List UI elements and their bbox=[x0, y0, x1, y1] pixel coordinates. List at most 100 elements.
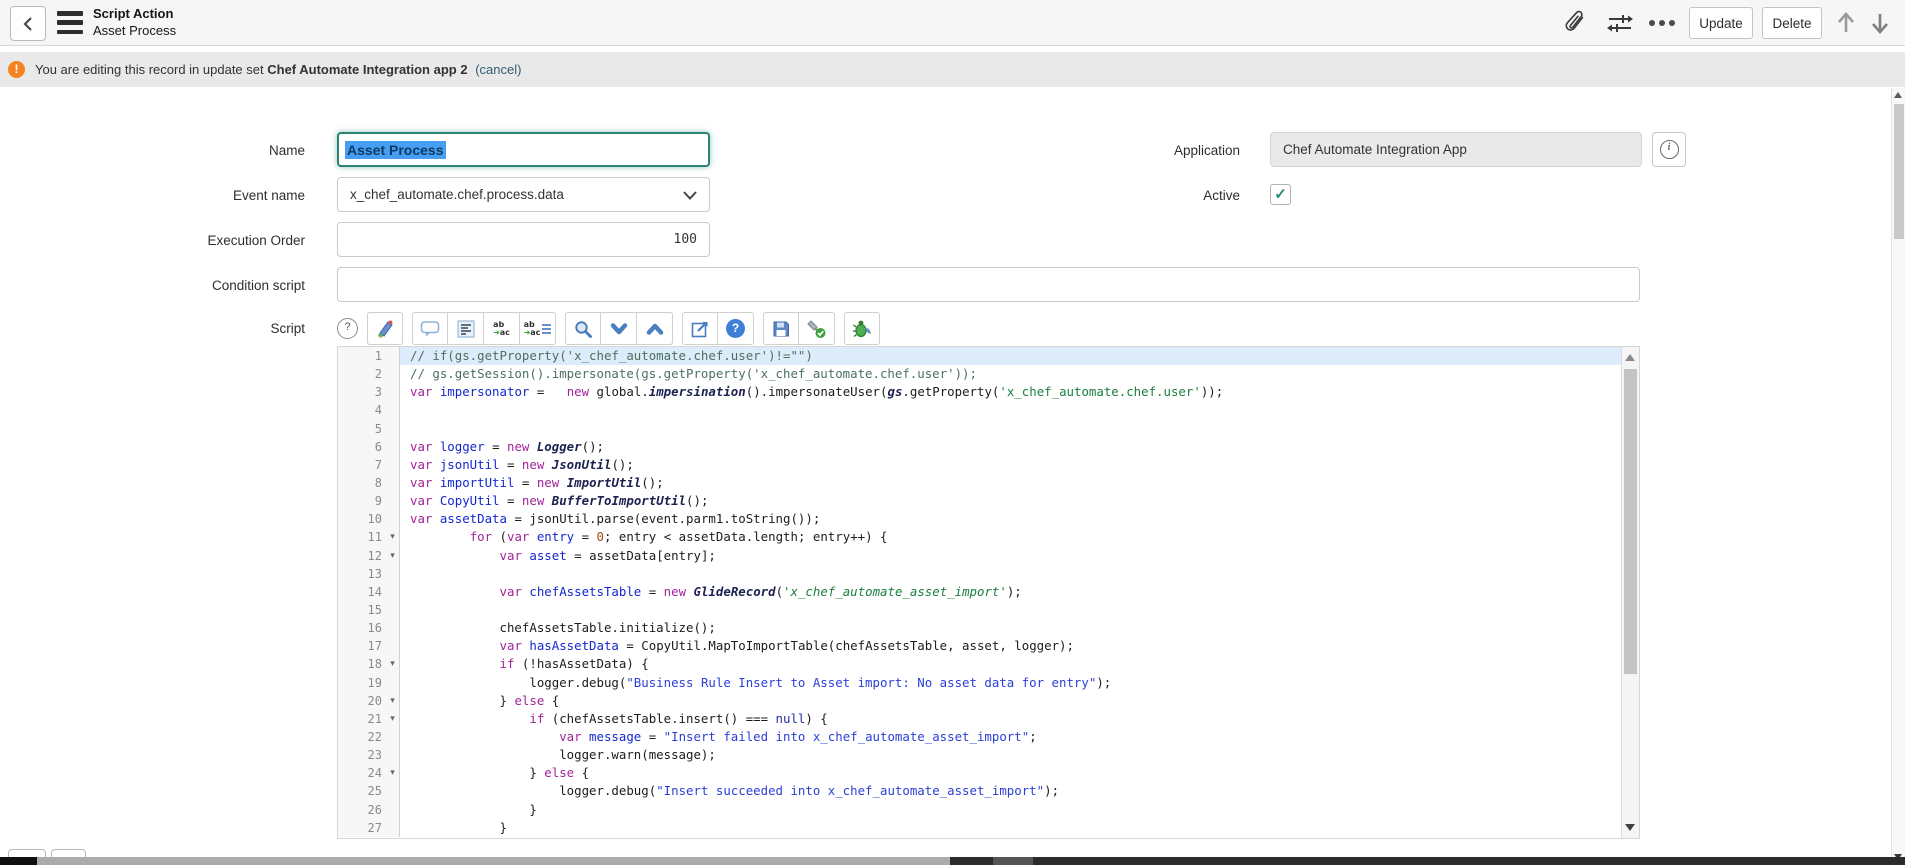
form-context-menu-icon[interactable] bbox=[57, 11, 83, 34]
fold-spacer bbox=[386, 619, 400, 637]
fold-arrow-icon[interactable]: ▾ bbox=[386, 655, 400, 673]
line-number: 15 bbox=[338, 601, 386, 619]
execution-order-value: 100 bbox=[674, 232, 697, 247]
code-text bbox=[400, 420, 1622, 438]
more-options-button[interactable] bbox=[1648, 9, 1676, 37]
code-lines[interactable]: 1// if(gs.getProperty('x_chef_automate.c… bbox=[338, 347, 1622, 838]
open-fullscreen-button[interactable] bbox=[682, 312, 718, 345]
replace-all-button[interactable]: ab ➜ac bbox=[520, 312, 556, 345]
code-line[interactable]: 6var logger = new Logger(); bbox=[338, 438, 1622, 456]
fold-arrow-icon[interactable]: ▾ bbox=[386, 764, 400, 782]
toggle-comment-button[interactable] bbox=[412, 312, 448, 345]
code-line[interactable]: 16 chefAssetsTable.initialize(); bbox=[338, 619, 1622, 637]
editor-help-button[interactable]: ? bbox=[718, 312, 754, 345]
code-line[interactable]: 26 } bbox=[338, 801, 1622, 819]
find-previous-button[interactable] bbox=[637, 312, 673, 345]
execution-order-input[interactable]: 100 bbox=[337, 222, 710, 257]
fold-spacer bbox=[386, 365, 400, 383]
code-line[interactable]: 18▾ if (!hasAssetData) { bbox=[338, 655, 1622, 673]
code-line[interactable]: 2// gs.getSession().impersonate(gs.getPr… bbox=[338, 365, 1622, 383]
code-line[interactable]: 21▾ if (chefAssetsTable.insert() === nul… bbox=[338, 710, 1622, 728]
search-button[interactable] bbox=[565, 312, 601, 345]
debug-button[interactable] bbox=[844, 312, 880, 345]
condition-script-input[interactable] bbox=[337, 267, 1640, 302]
attachment-button[interactable] bbox=[1562, 9, 1590, 37]
fold-arrow-icon[interactable]: ▾ bbox=[386, 692, 400, 710]
event-name-select[interactable]: x_chef_automate.chef.process.data bbox=[337, 177, 710, 212]
horizontal-scrollbar[interactable] bbox=[0, 857, 1905, 865]
code-line[interactable]: 7var jsonUtil = new JsonUtil(); bbox=[338, 456, 1622, 474]
editor-scrollbar[interactable] bbox=[1621, 347, 1639, 838]
fold-spacer bbox=[386, 347, 400, 365]
save-button[interactable] bbox=[763, 312, 799, 345]
code-line[interactable]: 3var impersonator = new global.impersina… bbox=[338, 383, 1622, 401]
line-number: 17 bbox=[338, 637, 386, 655]
code-line[interactable]: 12▾ var asset = assetData[entry]; bbox=[338, 547, 1622, 565]
code-line[interactable]: 20▾ } else { bbox=[338, 692, 1622, 710]
fold-arrow-icon[interactable]: ▾ bbox=[386, 528, 400, 546]
code-line[interactable]: 24▾ } else { bbox=[338, 764, 1622, 782]
code-line[interactable]: 13 bbox=[338, 565, 1622, 583]
replace-all-to-text: ac bbox=[530, 328, 540, 337]
field-help-icon[interactable]: ? bbox=[337, 318, 358, 339]
previous-record-button[interactable] bbox=[1832, 9, 1860, 37]
fold-spacer bbox=[386, 565, 400, 583]
personalize-form-button[interactable] bbox=[1606, 9, 1634, 37]
code-line[interactable]: 27 } bbox=[338, 819, 1622, 837]
application-info-button[interactable]: i bbox=[1652, 132, 1686, 167]
code-text: var impersonator = new global.impersinat… bbox=[400, 383, 1622, 401]
page-scroll-up-icon[interactable] bbox=[1894, 92, 1902, 98]
page-scrollbar[interactable] bbox=[1891, 88, 1905, 865]
code-line[interactable]: 9var CopyUtil = new BufferToImportUtil()… bbox=[338, 492, 1622, 510]
code-line[interactable]: 10var assetData = jsonUtil.parse(event.p… bbox=[338, 510, 1622, 528]
header-bar: Script Action Asset Process Update Delet… bbox=[0, 0, 1905, 46]
next-record-button[interactable] bbox=[1866, 9, 1894, 37]
update-button[interactable]: Update bbox=[1689, 7, 1753, 39]
code-line[interactable]: 19 logger.debug("Business Rule Insert to… bbox=[338, 674, 1622, 692]
code-line[interactable]: 11▾ for (var entry = 0; entry < assetDat… bbox=[338, 528, 1622, 546]
scroll-down-icon[interactable] bbox=[1625, 824, 1635, 831]
code-line[interactable]: 23 logger.warn(message); bbox=[338, 746, 1622, 764]
replace-icon: ab ➜ac bbox=[493, 321, 510, 337]
line-number: 26 bbox=[338, 801, 386, 819]
page-title: Script Action bbox=[93, 5, 176, 22]
code-line[interactable]: 8var importUtil = new ImportUtil(); bbox=[338, 474, 1622, 492]
code-line[interactable]: 17 var hasAssetData = CopyUtil.MapToImpo… bbox=[338, 637, 1622, 655]
code-text bbox=[400, 401, 1622, 419]
syntax-editor-button[interactable] bbox=[367, 312, 403, 345]
code-line[interactable]: 25 logger.debug("Insert succeeded into x… bbox=[338, 782, 1622, 800]
horizontal-scrollbar-thumb[interactable] bbox=[37, 857, 950, 865]
delete-button[interactable]: Delete bbox=[1762, 7, 1822, 39]
page-scrollbar-thumb[interactable] bbox=[1894, 104, 1904, 239]
code-line[interactable]: 14 var chefAssetsTable = new GlideRecord… bbox=[338, 583, 1622, 601]
syntax-check-button[interactable] bbox=[799, 312, 835, 345]
arrow-up-icon bbox=[1835, 10, 1857, 36]
active-checkbox[interactable]: ✓ bbox=[1270, 184, 1291, 205]
search-icon bbox=[573, 319, 593, 339]
fold-arrow-icon[interactable]: ▾ bbox=[386, 547, 400, 565]
code-text: var assetData = jsonUtil.parse(event.par… bbox=[400, 510, 1622, 528]
line-number: 18 bbox=[338, 655, 386, 673]
banner-text: You are editing this record in update se… bbox=[35, 62, 521, 77]
back-button[interactable] bbox=[10, 6, 46, 41]
code-text: logger.warn(message); bbox=[400, 746, 1622, 764]
fold-spacer bbox=[386, 401, 400, 419]
replace-button[interactable]: ab ➜ac bbox=[484, 312, 520, 345]
format-code-button[interactable] bbox=[448, 312, 484, 345]
scroll-up-icon[interactable] bbox=[1625, 354, 1635, 361]
code-line[interactable]: 1// if(gs.getProperty('x_chef_automate.c… bbox=[338, 347, 1622, 365]
name-input[interactable]: Asset Process bbox=[337, 132, 710, 167]
editor-scrollbar-thumb[interactable] bbox=[1624, 369, 1637, 674]
info-icon: i bbox=[1660, 140, 1679, 159]
code-line[interactable]: 5 bbox=[338, 420, 1622, 438]
code-line[interactable]: 22 var message = "Insert failed into x_c… bbox=[338, 728, 1622, 746]
code-line[interactable]: 15 bbox=[338, 601, 1622, 619]
cancel-link[interactable]: (cancel) bbox=[475, 62, 521, 77]
line-number: 6 bbox=[338, 438, 386, 456]
find-next-button[interactable] bbox=[601, 312, 637, 345]
code-line[interactable]: 4 bbox=[338, 401, 1622, 419]
fold-arrow-icon[interactable]: ▾ bbox=[386, 710, 400, 728]
line-number: 8 bbox=[338, 474, 386, 492]
script-editor[interactable]: 1// if(gs.getProperty('x_chef_automate.c… bbox=[337, 346, 1640, 839]
script-toolbar: ? bbox=[337, 312, 889, 345]
